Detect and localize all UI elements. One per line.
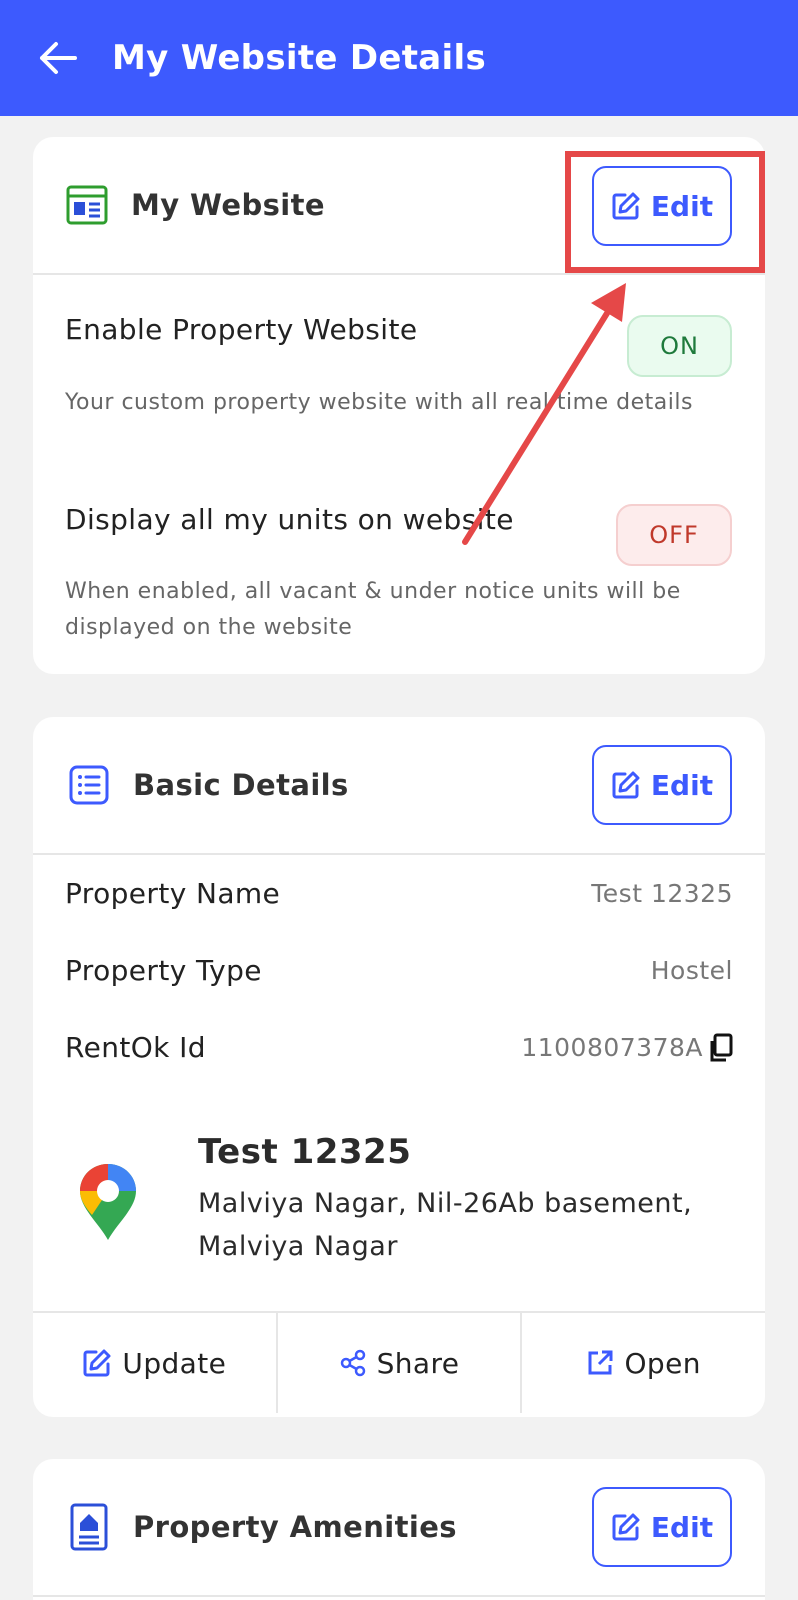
display-units-label: Display all my units on website — [65, 503, 514, 536]
enable-website-label: Enable Property Website — [65, 313, 418, 346]
my-website-card: My Website Edit Enable Property Website … — [33, 137, 765, 674]
app-bar: My Website Details — [0, 0, 798, 116]
edit-label: Edit — [650, 189, 714, 223]
rentok-id-value: 1100807378A — [521, 1033, 703, 1062]
basic-details-header: Basic Details Edit — [33, 717, 765, 855]
arrow-left-icon — [40, 42, 77, 74]
back-button[interactable] — [30, 30, 86, 86]
amenities-header: Property Amenities Edit — [33, 1459, 765, 1597]
enable-website-description: Your custom property website with all re… — [65, 390, 693, 415]
rentok-id-row: RentOk Id 1100807378A — [65, 1031, 733, 1064]
location-address: Malviya Nagar, Nil-26Ab basement, Malviy… — [198, 1188, 693, 1262]
edit-icon — [612, 192, 640, 220]
amenities-title: Property Amenities — [133, 1510, 457, 1544]
website-icon — [65, 183, 109, 227]
my-website-header: My Website Edit — [33, 137, 765, 275]
property-name-row: Property Name Test 12325 — [65, 877, 733, 910]
map-pin-icon — [80, 1164, 136, 1240]
edit-label: Edit — [650, 768, 714, 802]
share-icon — [340, 1349, 365, 1377]
building-doc-icon — [67, 1503, 111, 1551]
share-label: Share — [376, 1346, 460, 1380]
rentok-id-value-wrap: 1100807378A — [521, 1033, 733, 1063]
my-website-title: My Website — [131, 188, 325, 222]
edit-label: Edit — [650, 1510, 714, 1544]
location-actions: Update Share Open — [33, 1311, 765, 1413]
enable-website-toggle[interactable]: ON — [627, 315, 732, 377]
location-name: Test 12325 — [198, 1132, 412, 1172]
edit-icon — [612, 1513, 640, 1541]
my-website-edit-button[interactable]: Edit — [592, 166, 732, 246]
property-name-value: Test 12325 — [591, 879, 733, 908]
update-label: Update — [122, 1346, 227, 1380]
basic-details-card: Basic Details Edit Property Name Test 12… — [33, 717, 765, 1417]
edit-icon — [612, 771, 640, 799]
property-type-label: Property Type — [65, 954, 262, 987]
location-block: Test 12325 Malviya Nagar, Nil-26Ab basem… — [78, 1132, 738, 1282]
display-units-toggle[interactable]: OFF — [616, 504, 732, 566]
property-name-label: Property Name — [65, 877, 281, 910]
rentok-id-label: RentOk Id — [65, 1031, 206, 1064]
basic-details-title: Basic Details — [133, 768, 349, 802]
basic-details-edit-button[interactable]: Edit — [592, 745, 732, 825]
property-type-value: Hostel — [650, 956, 733, 985]
update-button[interactable]: Update — [33, 1313, 276, 1413]
copy-icon[interactable] — [707, 1033, 733, 1063]
display-units-description: When enabled, all vacant & under notice … — [65, 579, 681, 640]
amenities-edit-button[interactable]: Edit — [592, 1487, 732, 1567]
open-button[interactable]: Open — [520, 1313, 765, 1413]
list-icon — [67, 763, 111, 807]
property-type-row: Property Type Hostel — [65, 954, 733, 987]
external-link-icon — [588, 1350, 613, 1375]
open-label: Open — [624, 1346, 701, 1380]
share-button[interactable]: Share — [275, 1313, 521, 1413]
edit-icon — [83, 1349, 111, 1377]
amenities-card: Property Amenities Edit — [33, 1459, 765, 1600]
page-title: My Website Details — [112, 38, 486, 78]
